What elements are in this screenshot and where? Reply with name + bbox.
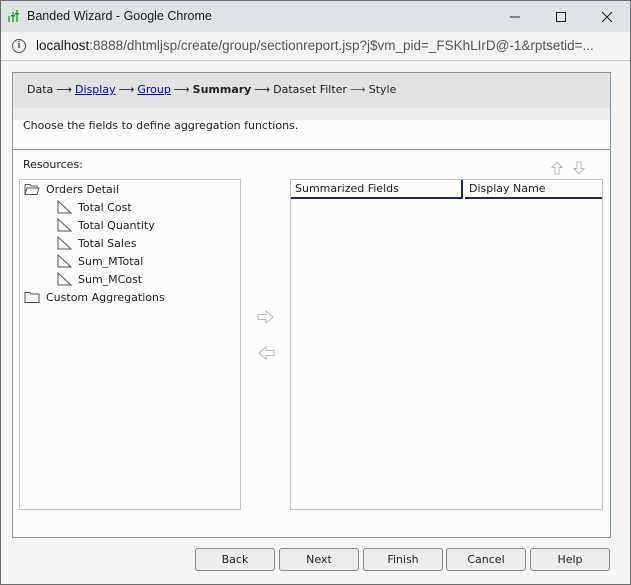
- minimize-button[interactable]: [492, 1, 538, 32]
- tree-node-label: Total Quantity: [78, 218, 155, 232]
- measure-icon: [57, 218, 72, 232]
- close-button[interactable]: [584, 1, 630, 32]
- step-style: Style: [368, 83, 397, 96]
- summarized-fields-grid[interactable]: Summarized Fields Display Name: [290, 179, 603, 510]
- folder-icon: [24, 292, 40, 303]
- step-group-link[interactable]: Group: [137, 83, 171, 96]
- tree-node-field[interactable]: Sum_MCost: [56, 270, 142, 288]
- help-button[interactable]: Help: [530, 548, 610, 571]
- back-button[interactable]: Back: [195, 548, 275, 571]
- resources-label: Resources:: [23, 158, 83, 171]
- add-field-arrow-icon[interactable]: [257, 310, 275, 324]
- url-text[interactable]: localhost:8888/dhtmljsp/create/group/sec…: [36, 38, 594, 53]
- step-display-link[interactable]: Display: [75, 83, 116, 96]
- step-arrow: ⟶: [349, 83, 366, 96]
- maximize-icon: [556, 11, 566, 22]
- divider: [13, 149, 610, 150]
- remove-field-arrow-icon[interactable]: [257, 346, 275, 360]
- minimize-icon: [510, 16, 520, 17]
- tree-node-label: Sum_MTotal: [78, 254, 144, 268]
- column-header-summarized-fields[interactable]: Summarized Fields: [291, 180, 463, 199]
- tree-node-orders-detail[interactable]: Orders Detail: [24, 180, 119, 198]
- measure-icon: [57, 272, 72, 286]
- tree-node-field[interactable]: Total Quantity: [56, 216, 155, 234]
- tree-node-custom-aggregations[interactable]: Custom Aggregations: [24, 288, 165, 306]
- title-bar: Banded Wizard - Google Chrome: [1, 1, 630, 32]
- app-icon: [8, 10, 19, 22]
- column-header-display-name[interactable]: Display Name: [465, 180, 602, 199]
- wizard-panel: Data ⟶ Display ⟶ Group ⟶ Summary ⟶ Dataset Filte…: [12, 72, 611, 538]
- move-down-icon[interactable]: [573, 161, 585, 175]
- resources-tree[interactable]: Orders Detail Total Cost Total Quantity …: [19, 179, 241, 510]
- step-arrow: ⟶: [173, 83, 190, 96]
- tree-node-field[interactable]: Sum_MTotal: [56, 252, 143, 270]
- measure-icon: [57, 254, 72, 268]
- tree-node-label: Orders Detail: [46, 182, 119, 196]
- wizard-breadcrumb: Data ⟶ Display ⟶ Group ⟶ Summary ⟶ Dataset Filte…: [27, 83, 396, 96]
- move-up-icon[interactable]: [551, 161, 563, 175]
- tree-node-field[interactable]: Total Cost: [56, 198, 132, 216]
- tree-node-label: Custom Aggregations: [46, 290, 165, 304]
- next-button[interactable]: Next: [279, 548, 359, 571]
- step-data: Data: [27, 83, 54, 96]
- browser-window: Banded Wizard - Google Chrome i localhos…: [0, 0, 631, 585]
- finish-button[interactable]: Finish: [363, 548, 443, 571]
- step-dataset-filter: Dataset Filter: [273, 83, 347, 96]
- tree-node-label: Sum_MCost: [78, 272, 143, 286]
- step-summary-current: Summary: [192, 83, 252, 96]
- tree-node-label: Total Sales: [78, 236, 137, 250]
- measure-icon: [57, 200, 72, 214]
- close-icon: [601, 11, 613, 22]
- tree-node-field[interactable]: Total Sales: [56, 234, 136, 252]
- cancel-button[interactable]: Cancel: [446, 548, 526, 571]
- measure-icon: [57, 236, 72, 250]
- tree-node-label: Total Cost: [78, 200, 132, 214]
- step-arrow: ⟶: [254, 83, 271, 96]
- folder-open-icon: [24, 184, 40, 195]
- url-path: :8888/dhtmljsp/create/group/sectionrepor…: [89, 38, 594, 53]
- address-bar[interactable]: i localhost:8888/dhtmljsp/create/group/s…: [1, 32, 630, 61]
- info-icon[interactable]: i: [12, 39, 26, 53]
- url-host: localhost: [36, 38, 90, 53]
- step-arrow: ⟶: [118, 83, 135, 96]
- window-title: Banded Wizard - Google Chrome: [27, 9, 212, 23]
- maximize-button[interactable]: [538, 1, 584, 32]
- step-description: Choose the fields to define aggregation …: [23, 119, 299, 132]
- step-arrow: ⟶: [56, 83, 73, 96]
